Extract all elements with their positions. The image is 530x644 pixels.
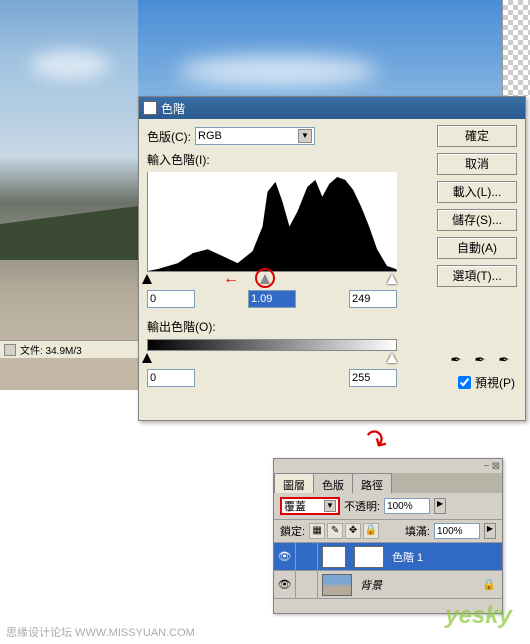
fill-flyout-icon[interactable]: ▶ bbox=[484, 523, 496, 539]
output-white-field[interactable] bbox=[349, 369, 397, 387]
output-gradient bbox=[147, 339, 397, 351]
link-cell[interactable] bbox=[296, 543, 318, 571]
lock-all-icon[interactable]: 🔒 bbox=[363, 523, 379, 539]
black-point-slider[interactable] bbox=[142, 274, 152, 284]
layers-panel: − ⊠ 圖層 色版 路徑 覆蓋 ▼ 不透明: 100% ▶ 鎖定: ▦ ✎ ✥ … bbox=[273, 458, 503, 614]
layer-name: 色階 1 bbox=[388, 549, 502, 565]
background-sky bbox=[138, 0, 530, 96]
cancel-button[interactable]: 取消 bbox=[437, 153, 517, 175]
opacity-label: 不透明: bbox=[344, 498, 380, 514]
opacity-flyout-icon[interactable]: ▶ bbox=[434, 498, 446, 514]
output-white-slider[interactable] bbox=[387, 353, 397, 363]
input-white-field[interactable] bbox=[349, 290, 397, 308]
panel-top-controls: − ⊠ bbox=[274, 459, 502, 473]
lock-icon: 🔒 bbox=[482, 578, 496, 591]
status-text: 文件: 34.9M/3 bbox=[20, 342, 82, 357]
opacity-field[interactable]: 100% bbox=[384, 498, 430, 514]
status-icon bbox=[4, 344, 16, 356]
layer-item-levels[interactable]: 👁 ◐ 色階 1 bbox=[274, 543, 502, 571]
blend-mode-value: 覆蓋 bbox=[284, 498, 306, 514]
adjustment-thumb: ◐ bbox=[322, 546, 346, 568]
minimize-icon[interactable]: − bbox=[484, 461, 490, 472]
input-gamma-field[interactable] bbox=[248, 290, 296, 308]
annotation-arrow: ← bbox=[223, 270, 239, 288]
histogram[interactable] bbox=[147, 172, 397, 272]
chevron-down-icon: ▼ bbox=[298, 129, 312, 143]
lock-transparency-icon[interactable]: ▦ bbox=[309, 523, 325, 539]
channel-value: RGB bbox=[198, 130, 222, 142]
tab-layers[interactable]: 圖層 bbox=[274, 473, 314, 493]
load-button[interactable]: 載入(L)... bbox=[437, 181, 517, 203]
chevron-down-icon: ▼ bbox=[324, 500, 336, 512]
channel-combo[interactable]: RGB ▼ bbox=[195, 127, 315, 145]
layer-thumb bbox=[322, 574, 352, 596]
blend-mode-combo[interactable]: 覆蓋 ▼ bbox=[280, 497, 340, 515]
visibility-eye-icon[interactable]: 👁 bbox=[274, 543, 296, 571]
eyedropper-white-icon[interactable]: ✒ bbox=[495, 351, 513, 369]
eyedropper-group: ✒ ✒ ✒ bbox=[447, 351, 513, 369]
layer-list: 👁 ◐ 色階 1 👁 背景 🔒 bbox=[274, 543, 502, 599]
link-cell[interactable] bbox=[296, 571, 318, 599]
panel-tabs: 圖層 色版 路徑 bbox=[274, 473, 502, 493]
save-button[interactable]: 儲存(S)... bbox=[437, 209, 517, 231]
layer-item-background[interactable]: 👁 背景 🔒 bbox=[274, 571, 502, 599]
eyedropper-gray-icon[interactable]: ✒ bbox=[471, 351, 489, 369]
lock-pixels-icon[interactable]: ✎ bbox=[327, 523, 343, 539]
input-slider-track[interactable]: ← bbox=[147, 274, 397, 286]
fill-label: 填滿: bbox=[405, 523, 430, 539]
annotation-curve-arrow: ↷ bbox=[357, 420, 394, 460]
tab-paths[interactable]: 路徑 bbox=[352, 473, 392, 493]
levels-dialog: 色階 色版(C): RGB ▼ 輸入色階(I): ← bbox=[138, 96, 526, 421]
auto-button[interactable]: 自動(A) bbox=[437, 237, 517, 259]
lock-position-icon[interactable]: ✥ bbox=[345, 523, 361, 539]
dialog-titlebar[interactable]: 色階 bbox=[139, 97, 525, 119]
document-statusbar: 文件: 34.9M/3 bbox=[0, 340, 138, 358]
gamma-slider[interactable] bbox=[260, 274, 270, 284]
visibility-eye-icon[interactable]: 👁 bbox=[274, 571, 296, 599]
output-levels-label: 輸出色階(O): bbox=[147, 318, 517, 335]
close-icon[interactable]: ⊠ bbox=[492, 461, 500, 472]
input-black-field[interactable] bbox=[147, 290, 195, 308]
background-photo bbox=[0, 0, 138, 390]
output-slider-track[interactable] bbox=[147, 353, 397, 365]
dialog-icon bbox=[143, 101, 157, 115]
canvas-edge-checker bbox=[502, 0, 530, 96]
layer-name: 背景 bbox=[356, 577, 482, 593]
footer-text: 思缘设计论坛 WWW.MISSYUAN.COM bbox=[6, 624, 195, 640]
ok-button[interactable]: 確定 bbox=[437, 125, 517, 147]
fill-field[interactable]: 100% bbox=[434, 523, 480, 539]
layer-mask-thumb[interactable] bbox=[354, 546, 384, 568]
lock-label: 鎖定: bbox=[280, 523, 305, 539]
output-black-field[interactable] bbox=[147, 369, 195, 387]
white-point-slider[interactable] bbox=[387, 274, 397, 284]
preview-checkbox[interactable] bbox=[458, 376, 471, 389]
tab-channels[interactable]: 色版 bbox=[313, 473, 353, 493]
channel-label: 色版(C): bbox=[147, 128, 191, 145]
options-button[interactable]: 選項(T)... bbox=[437, 265, 517, 287]
eyedropper-black-icon[interactable]: ✒ bbox=[447, 351, 465, 369]
output-black-slider[interactable] bbox=[142, 353, 152, 363]
dialog-title: 色階 bbox=[161, 100, 185, 117]
preview-label: 預視(P) bbox=[475, 374, 515, 391]
